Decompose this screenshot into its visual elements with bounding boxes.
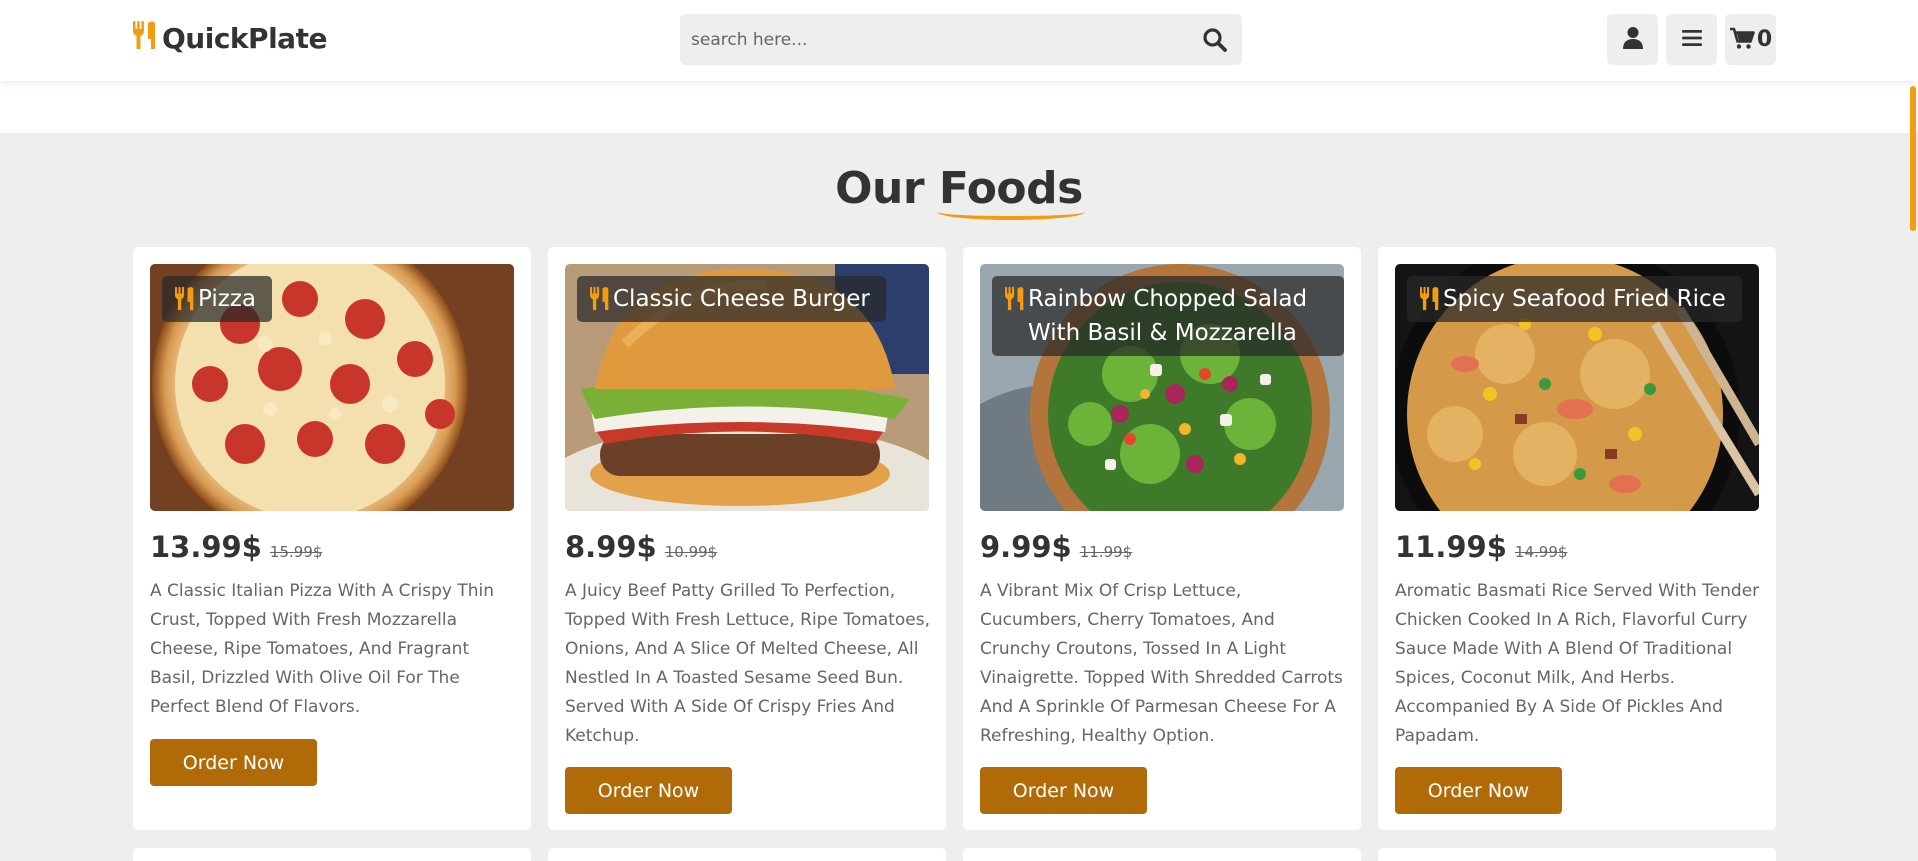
price-row: 13.99$ 15.99$ — [150, 530, 322, 564]
old-price: 10.99$ — [664, 543, 718, 561]
food-image-fried-rice: Spicy Seafood Fried Rice — [1395, 264, 1759, 511]
food-card-next — [1378, 848, 1776, 861]
food-description: A Vibrant Mix Of Crisp Lettuce, Cucumber… — [980, 581, 1343, 746]
food-name: Spicy Seafood Fried Rice — [1443, 286, 1726, 312]
food-card-burger: Classic Cheese Burger 8.99$ 10.99$ A Jui… — [548, 247, 946, 830]
order-now-button[interactable]: Order Now — [565, 767, 732, 814]
food-description: A Classic Italian Pizza With A Crispy Th… — [150, 581, 495, 717]
utensils-icon — [132, 20, 162, 57]
user-button[interactable] — [1607, 14, 1658, 65]
utensils-icon — [1004, 286, 1026, 311]
food-name-badge: Pizza — [162, 276, 272, 322]
food-card-pizza: Pizza 13.99$ 15.99$ A Classic Italian Pi… — [133, 247, 531, 830]
old-price: 14.99$ — [1514, 543, 1568, 561]
price-row: 8.99$ 10.99$ — [565, 530, 717, 564]
scrollbar-thumb[interactable] — [1910, 86, 1916, 231]
logo-text: QuickPlate — [162, 22, 327, 55]
menu-button[interactable] — [1666, 14, 1717, 65]
price: 11.99$ — [1395, 530, 1507, 564]
food-image-salad: Rainbow Chopped Salad With Basil & Mozza… — [980, 264, 1344, 511]
search-icon[interactable] — [1202, 27, 1228, 53]
section-title-part1: Our — [835, 163, 925, 214]
price-row: 11.99$ 14.99$ — [1395, 530, 1567, 564]
food-card-next — [963, 848, 1361, 861]
cart-button[interactable]: 0 — [1725, 14, 1776, 65]
header: QuickPlate search here... 0 — [0, 0, 1918, 81]
food-name: Pizza — [198, 286, 256, 312]
cart-icon — [1729, 26, 1755, 54]
logo-link[interactable]: QuickPlate — [132, 20, 327, 57]
utensils-icon — [1419, 286, 1441, 311]
order-now-button[interactable]: Order Now — [1395, 767, 1562, 814]
food-name: Rainbow Chopped Salad With Basil & Mozza… — [1028, 286, 1308, 346]
food-name-badge: Classic Cheese Burger — [577, 276, 886, 322]
food-name-badge: Rainbow Chopped Salad With Basil & Mozza… — [992, 276, 1344, 356]
section-title-accent: Foods — [936, 163, 1085, 220]
section-title: Our Foods — [0, 163, 1918, 220]
utensils-icon — [589, 286, 611, 311]
price-row: 9.99$ 11.99$ — [980, 530, 1132, 564]
food-card-next — [133, 848, 531, 861]
bars-icon — [1681, 28, 1703, 52]
food-name: Classic Cheese Burger — [613, 286, 870, 312]
price: 9.99$ — [980, 530, 1072, 564]
price: 13.99$ — [150, 530, 262, 564]
cart-count: 0 — [1756, 27, 1773, 52]
search-form — [680, 14, 1242, 65]
food-image-pizza: Pizza — [150, 264, 514, 511]
food-description: A Juicy Beef Patty Grilled To Perfection… — [565, 581, 930, 746]
old-price: 15.99$ — [269, 543, 323, 561]
user-icon — [1622, 26, 1644, 54]
search-input[interactable] — [680, 14, 1180, 65]
top-strip — [0, 81, 1918, 133]
old-price: 11.99$ — [1079, 543, 1133, 561]
food-description: Aromatic Basmati Rice Served With Tender… — [1395, 581, 1760, 746]
order-now-button[interactable]: Order Now — [980, 767, 1147, 814]
food-card-fried-rice: Spicy Seafood Fried Rice 11.99$ 14.99$ A… — [1378, 247, 1776, 830]
food-name-badge: Spicy Seafood Fried Rice — [1407, 276, 1742, 322]
food-image-burger: Classic Cheese Burger — [565, 264, 929, 511]
food-card-salad: Rainbow Chopped Salad With Basil & Mozza… — [963, 247, 1361, 830]
order-now-button[interactable]: Order Now — [150, 739, 317, 786]
utensils-icon — [174, 286, 196, 311]
price: 8.99$ — [565, 530, 657, 564]
food-card-next — [548, 848, 946, 861]
